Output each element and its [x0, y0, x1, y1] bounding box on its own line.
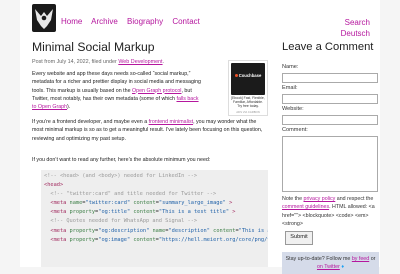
comment-heading: Leave a Comment	[282, 41, 374, 53]
code-line: <meta property="og:image" content="https…	[44, 236, 268, 245]
code-attr: property	[69, 227, 96, 234]
frontend-minimalist-link[interactable]: frontend minimalist	[149, 119, 193, 125]
code-line: <!-- <head> (and <body>) needed for Link…	[44, 172, 265, 181]
code-tag: <head>	[44, 182, 64, 189]
nav-archive[interactable]: Archive	[91, 17, 118, 26]
ad-text[interactable]: [Ebook] Fast, Flexible, Familiar, Afford…	[231, 96, 265, 109]
code-tag-end: >	[232, 209, 236, 216]
paragraph-intro-text-c: ).	[67, 104, 71, 111]
carbon-ad[interactable]: Couchbase [Ebook] Fast, Flexible, Famili…	[228, 60, 268, 116]
comment-note: Note the privacy policy and respect the …	[282, 195, 379, 228]
comment-form: Leave a Comment Name: Email: Website: Co…	[282, 40, 379, 274]
paragraph-minimum: If you don’t want to read any further, h…	[32, 157, 211, 163]
code-attr: content	[133, 236, 156, 243]
stay-updated-box: Stay up-to-date? Follow me by feed or on…	[282, 252, 379, 274]
code-attr: content	[213, 227, 236, 234]
code-line: <!-- Quotes needed for WhatsApp and Sign…	[44, 217, 265, 226]
twitter-link[interactable]: on Twitter	[317, 264, 340, 270]
page-title: Minimal Social Markup	[32, 40, 155, 54]
code-tag: <meta	[50, 209, 70, 216]
code-value: "description"	[168, 227, 210, 234]
code-value: "og:description"	[98, 227, 150, 234]
paragraph-intro: Every website and app these days needs s…	[32, 70, 202, 111]
stay-text-a: Stay up-to-date? Follow me	[285, 256, 352, 262]
language-link[interactable]: Deutsch	[341, 28, 370, 39]
code-value: "og:image"	[98, 236, 131, 243]
utility-links: Search Deutsch	[341, 17, 370, 39]
code-value: "This is a test title"	[158, 209, 230, 216]
code-line: <meta property="og:title" content="This …	[44, 208, 265, 217]
ad-image[interactable]: Couchbase	[231, 63, 265, 95]
code-value: "twitter:card"	[85, 200, 131, 207]
code-block: <!-- <head> (and <body>) needed for Link…	[41, 170, 268, 267]
code-attr: property	[69, 209, 96, 216]
code-comment: <!-- "twitter:card" and title needed for…	[44, 191, 217, 198]
code-value: "https://hell.meiert.org/core/png/test.p…	[158, 236, 268, 243]
site-logo-icon[interactable]	[32, 4, 56, 32]
code-attr: content	[133, 200, 156, 207]
code-attr: property	[69, 236, 96, 243]
stay-text-b: or	[369, 256, 376, 262]
code-value: "og:title"	[98, 209, 131, 216]
code-tag: <meta	[50, 200, 70, 207]
ad-brand: Couchbase	[233, 73, 263, 78]
code-attr: name	[69, 200, 83, 207]
code-attr: name	[152, 227, 166, 234]
paragraph-minimalist-text-a: If you’re a frontend developer, and mayb…	[32, 119, 149, 125]
code-attr: content	[133, 209, 156, 216]
code-line: <meta property="og:description" name="de…	[44, 227, 268, 236]
open-graph-link[interactable]: Open Graph protocol	[132, 88, 181, 94]
code-value: "This is a test description."	[238, 227, 268, 234]
privacy-policy-link[interactable]: privacy policy	[304, 196, 336, 202]
code-comment: <!-- <head> (and <body>) needed for Link…	[44, 173, 198, 179]
ad-footer[interactable]: ADS VIA CARBON	[231, 110, 265, 114]
name-field[interactable]	[282, 73, 378, 83]
post-meta-text: Post from July 14, 2022, filed under	[32, 59, 119, 65]
nav-contact[interactable]: Contact	[172, 17, 200, 26]
nav-biography[interactable]: Biography	[127, 17, 163, 26]
code-comment: <!-- Quotes needed for WhatsApp and Sign…	[44, 218, 198, 225]
article: Minimal Social Markup Post from July 14,…	[32, 40, 270, 163]
website-label: Website:	[282, 106, 304, 112]
twitter-icon: ♦	[341, 264, 345, 270]
main-nav: Home Archive Biography Contact	[61, 17, 207, 26]
code-line: <head>	[44, 181, 265, 190]
code-tag: <meta	[50, 236, 70, 243]
comment-guidelines-link[interactable]: comment guidelines	[282, 204, 329, 210]
submit-button[interactable]: Submit	[285, 231, 313, 245]
search-link[interactable]: Search	[341, 17, 370, 28]
nav-home[interactable]: Home	[61, 17, 82, 26]
website-field[interactable]	[282, 115, 378, 125]
code-line: <meta name="twitter:card" content="summa…	[44, 199, 265, 208]
feed-link[interactable]: by feed	[352, 256, 369, 262]
comment-note-text-b: and respect the	[335, 196, 374, 202]
code-tag: <meta	[50, 227, 70, 234]
page: Home Archive Biography Contact Search De…	[20, 0, 380, 274]
name-label: Name:	[282, 64, 299, 70]
post-meta-end: .	[162, 59, 165, 65]
ad-brand-dot-icon	[234, 74, 238, 78]
comment-label: Comment:	[282, 127, 308, 133]
email-label: Email:	[282, 85, 298, 91]
code-value: "summary_large_image"	[158, 200, 226, 207]
ad-brand-label: Couchbase	[238, 73, 262, 78]
comment-note-text-a: Note the	[282, 196, 304, 202]
code-line: <!-- "twitter:card" and title needed for…	[44, 190, 265, 199]
comment-textarea[interactable]	[282, 136, 378, 192]
email-field[interactable]	[282, 94, 378, 104]
category-link[interactable]: Web Development	[118, 59, 162, 65]
code-tag-end: >	[229, 200, 233, 207]
paragraph-minimalist: If you’re a frontend developer, and mayb…	[32, 118, 268, 143]
